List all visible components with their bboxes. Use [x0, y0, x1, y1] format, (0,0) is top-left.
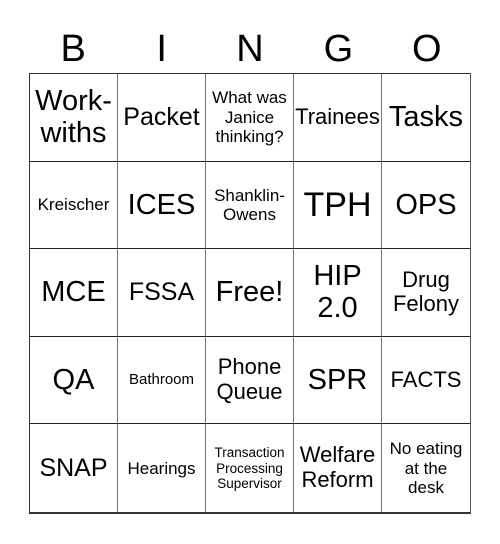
bingo-cell[interactable]: Shanklin- Owens: [206, 161, 294, 250]
header-letter-i: I: [156, 28, 167, 70]
bingo-cell[interactable]: Welfare Reform: [294, 424, 382, 512]
bingo-cell-free[interactable]: Free!: [206, 249, 294, 337]
bingo-cell[interactable]: OPS: [382, 162, 470, 250]
cell-text: Bathroom: [128, 370, 195, 388]
cell-text: MCE: [41, 276, 106, 309]
bingo-cell[interactable]: Tasks: [382, 74, 470, 162]
bingo-cell[interactable]: Drug Felony: [382, 249, 470, 337]
cell-text: Packet: [123, 103, 200, 132]
cell-text: Shanklin- Owens: [214, 185, 285, 224]
bingo-cell[interactable]: What was Janice thinking?: [206, 74, 294, 162]
cell-text: SPR: [307, 363, 368, 396]
bingo-cell[interactable]: QA: [30, 336, 118, 425]
cell-text: No eating at the desk: [389, 439, 463, 497]
bingo-grid: Work- withs Packet What was Janice think…: [29, 73, 471, 514]
bingo-cell[interactable]: ICES: [118, 161, 206, 250]
cell-text: SNAP: [39, 454, 108, 483]
bingo-cell[interactable]: Hearings: [118, 424, 206, 512]
cell-text: HIP 2.0: [313, 259, 362, 325]
bingo-cell[interactable]: SNAP: [30, 424, 118, 512]
cell-text: TPH: [303, 185, 372, 224]
cell-text: Kreischer: [37, 195, 110, 215]
cell-text: OPS: [395, 188, 457, 221]
cell-text: Tasks: [388, 100, 464, 133]
cell-text: ICES: [127, 188, 196, 221]
cell-text: What was Janice thinking?: [212, 88, 287, 146]
bingo-cell[interactable]: FACTS: [382, 337, 470, 425]
bingo-cell[interactable]: SPR: [294, 336, 382, 425]
bingo-cell[interactable]: TPH: [294, 161, 382, 250]
bingo-cell[interactable]: MCE: [30, 249, 118, 337]
cell-text: Welfare Reform: [299, 442, 376, 493]
cell-text: Work- withs: [35, 84, 112, 150]
cell-text: QA: [52, 363, 95, 396]
bingo-cell[interactable]: Work- withs: [30, 74, 118, 162]
bingo-cell[interactable]: Transaction Processing Supervisor: [206, 424, 294, 512]
header-letter-g: G: [323, 28, 354, 70]
cell-text: Phone Queue: [216, 354, 283, 405]
cell-text: Transaction Processing Supervisor: [214, 445, 285, 491]
header-letter-o: O: [412, 28, 442, 70]
cell-text: Trainees: [295, 103, 380, 129]
bingo-cell[interactable]: Packet: [118, 74, 206, 162]
header-letter-b: B: [60, 28, 86, 70]
bingo-cell[interactable]: No eating at the desk: [382, 424, 470, 512]
cell-text: Drug Felony: [392, 266, 460, 317]
bingo-cell[interactable]: HIP 2.0: [294, 249, 382, 337]
cell-text: FACTS: [390, 366, 462, 392]
bingo-cell[interactable]: Bathroom: [118, 336, 206, 425]
bingo-cell[interactable]: Phone Queue: [206, 336, 294, 425]
bingo-header: B I N G O: [29, 26, 471, 72]
bingo-cell[interactable]: FSSA: [118, 249, 206, 337]
bingo-cell[interactable]: Trainees: [294, 74, 382, 162]
cell-text: Hearings: [127, 458, 196, 478]
header-letter-n: N: [236, 28, 264, 70]
cell-text: Free!: [215, 276, 284, 309]
cell-text: FSSA: [128, 278, 195, 307]
bingo-cell[interactable]: Kreischer: [30, 161, 118, 250]
